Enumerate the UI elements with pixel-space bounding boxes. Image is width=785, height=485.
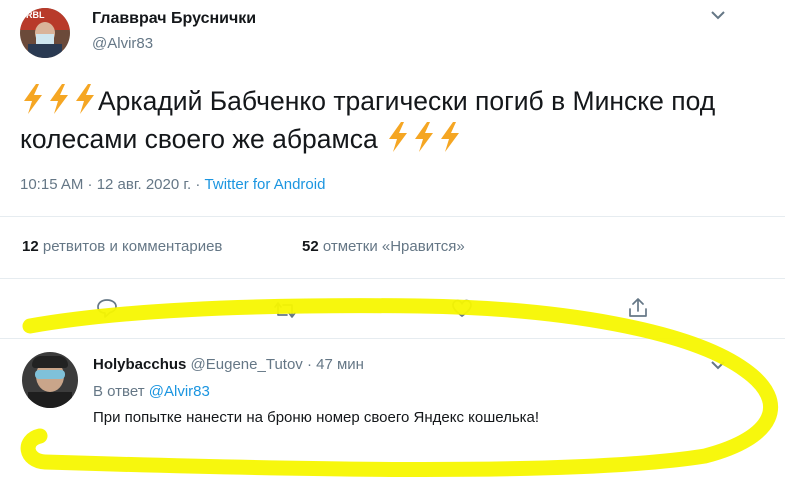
author-name[interactable]: Главврач Бруснички <box>92 10 256 28</box>
divider <box>0 338 785 339</box>
avatar-logo-text: RBL <box>26 10 45 20</box>
like-icon[interactable] <box>448 294 476 322</box>
tweet-time[interactable]: 10:15 AM · 12 авг. 2020 г. · <box>20 176 205 193</box>
tweet-text-block: Аркадий Бабченко трагически погиб в Минс… <box>20 82 720 158</box>
reply-icon[interactable] <box>93 294 121 322</box>
tweet-source[interactable]: Twitter for Android <box>205 176 326 193</box>
tweet-meta: 10:15 AM · 12 авг. 2020 г. · Twitter for… <box>20 176 325 193</box>
reply-to-handle[interactable]: @Alvir83 <box>149 383 210 400</box>
reply-author-name[interactable]: Holybacchus <box>93 356 186 373</box>
lightning-emoji-icon <box>20 84 98 116</box>
reply-header: Holybacchus @Eugene_Tutov · 47 мин <box>93 356 364 373</box>
chevron-down-icon[interactable] <box>710 8 726 26</box>
likes-label: отметки «Нравится» <box>322 238 465 255</box>
reply-to-line: В ответ @Alvir83 <box>93 383 210 400</box>
lightning-emoji-icon <box>385 122 463 154</box>
reply-to-prefix: В ответ <box>93 383 149 400</box>
chevron-down-icon[interactable] <box>710 358 726 376</box>
tweet-text: Аркадий Бабченко трагически погиб в Минс… <box>20 86 716 154</box>
retweet-icon[interactable] <box>271 296 299 324</box>
retweets-label: ретвитов и комментариев <box>42 238 223 255</box>
divider <box>0 216 785 217</box>
share-icon[interactable] <box>624 294 652 322</box>
retweets-stat[interactable]: 12 ретвитов и комментариев <box>22 238 222 255</box>
retweets-count: 12 <box>22 238 39 255</box>
reply-text: При попытке нанести на броню номер своег… <box>93 409 540 426</box>
reply-time[interactable]: · 47 мин <box>303 356 364 373</box>
likes-count: 52 <box>302 238 319 255</box>
author-handle[interactable]: @Alvir83 <box>92 35 153 52</box>
reply-author-handle[interactable]: @Eugene_Tutov <box>191 356 303 373</box>
likes-stat[interactable]: 52 отметки «Нравится» <box>302 238 465 255</box>
reply-author-avatar[interactable] <box>22 352 78 408</box>
author-avatar[interactable]: RBL <box>20 8 70 58</box>
divider <box>0 278 785 279</box>
